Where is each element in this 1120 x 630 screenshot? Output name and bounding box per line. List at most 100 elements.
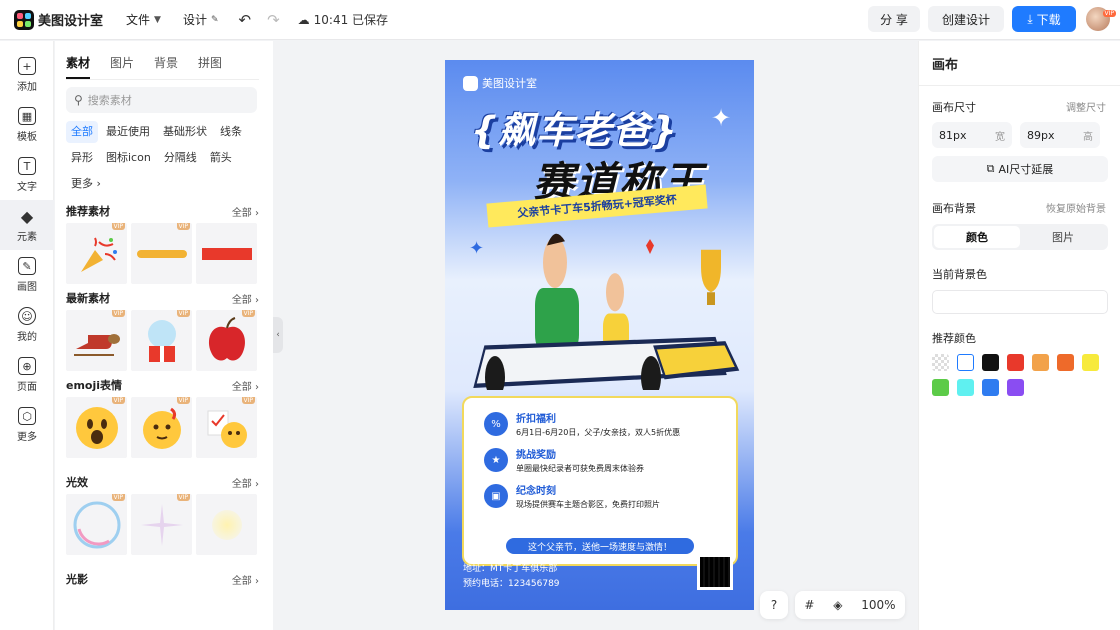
share-button[interactable]: 分 享 <box>868 6 920 32</box>
collapse-panel-handle[interactable]: ‹ <box>273 317 283 353</box>
color-swatch[interactable] <box>1007 354 1024 371</box>
grid-icon[interactable]: # <box>804 598 814 612</box>
recommended-header: 推荐颜色 <box>932 330 1106 346</box>
canvas-stage: ‹ 美图设计室 {飙车老爸} ✦ ✦ 赛道称王 父亲节卡丁车5折畅玩+冠军奖杯 <box>273 41 918 630</box>
slogan-pill: 这个父亲节，送他一场速度与激情！ <box>506 538 694 554</box>
color-swatch[interactable] <box>1007 379 1024 396</box>
section-title: 光效 <box>66 476 88 489</box>
asset-snow-globe[interactable]: VIP <box>131 310 192 371</box>
width-field[interactable]: 81px 宽 <box>932 122 1012 148</box>
poster-brand-text: 美图设计室 <box>482 77 537 90</box>
avatar[interactable]: VIP <box>1086 7 1116 31</box>
asset-emoji-checklist[interactable]: VIP <box>196 397 257 458</box>
chip-arrows[interactable]: 箭头 <box>205 147 237 169</box>
restore-bg-link[interactable]: 恢复原始背景 <box>1046 200 1106 216</box>
create-design-button[interactable]: 创建设计 <box>928 6 1004 32</box>
color-swatch[interactable] <box>982 354 999 371</box>
tab-collage[interactable]: 拼图 <box>198 54 222 79</box>
asset-bubble[interactable]: VIP <box>66 494 127 555</box>
info-desc: 单圈最快纪录者可获免费周末体验券 <box>516 464 644 473</box>
asset-glow[interactable] <box>196 494 257 555</box>
chip-recent[interactable]: 最近使用 <box>101 121 155 143</box>
see-all-link[interactable]: 全部 › <box>232 378 259 393</box>
canvas-bg-label: 画布背景 <box>932 202 976 215</box>
see-all-link[interactable]: 全部 › <box>232 291 259 306</box>
brand-logo-icon <box>463 75 478 91</box>
see-all-link[interactable]: 全部 › <box>232 204 259 219</box>
glow-shape <box>211 509 242 540</box>
rail-item-add[interactable]: + 添加 <box>0 50 54 100</box>
current-bg-label: 当前背景色 <box>932 268 987 281</box>
asset-party-popper[interactable]: VIP <box>66 223 127 284</box>
design-menu[interactable]: 设计 ✎ <box>183 11 219 28</box>
design-menu-label: 设计 <box>182 13 207 27</box>
color-swatch[interactable] <box>932 379 949 396</box>
color-swatch[interactable] <box>932 354 949 371</box>
color-swatch[interactable] <box>957 354 974 371</box>
help-button[interactable]: ? <box>760 591 788 619</box>
tab-divider <box>66 79 259 80</box>
tab-backgrounds[interactable]: 背景 <box>154 54 178 79</box>
app-logo[interactable]: 美图设计室 <box>14 9 114 30</box>
chip-dividers[interactable]: 分隔线 <box>159 147 202 169</box>
height-value: 89px <box>1027 128 1055 142</box>
canvas-properties-panel: 画布 画布尺寸 调整尺寸 81px 宽 89px 高 ⧉ AI尺寸延展 画布背景… <box>918 41 1120 630</box>
chip-lines[interactable]: 线条 <box>215 121 247 143</box>
color-swatch[interactable] <box>1057 354 1074 371</box>
undo-icon[interactable]: ↶ <box>239 11 252 29</box>
canvas-toolbar: # ◈ 100% <box>795 591 905 619</box>
asset-emoji-shocked[interactable]: VIP <box>66 397 127 458</box>
height-unit: 高 <box>1083 131 1093 143</box>
vip-badge: VIP <box>1102 10 1116 17</box>
rail-item-mine[interactable]: ☺ 我的 <box>0 300 54 350</box>
asset-apple[interactable]: VIP <box>196 310 257 371</box>
rail-item-text[interactable]: T 文字 <box>0 150 54 200</box>
section-title: 光影 <box>66 573 88 586</box>
asset-sleigh[interactable]: VIP <box>66 310 127 371</box>
color-swatch[interactable] <box>1032 354 1049 371</box>
see-all-link[interactable]: 全部 › <box>232 475 259 490</box>
rail-item-template[interactable]: ▦ 模板 <box>0 100 54 150</box>
section-header: 光效 全部 › <box>66 470 259 494</box>
chip-more[interactable]: 更多 › <box>66 173 106 195</box>
chip-icons[interactable]: 图标icon <box>101 147 156 169</box>
rail-item-elements[interactable]: ◆ 元素 <box>0 200 54 250</box>
asset-sparkle-light[interactable]: VIP <box>131 494 192 555</box>
rail-item-more[interactable]: ⬡ 更多 <box>0 400 54 450</box>
ai-extend-button[interactable]: ⧉ AI尺寸延展 <box>932 156 1108 182</box>
see-all-link[interactable]: 全部 › <box>232 572 259 587</box>
chip-all[interactable]: 全部 <box>66 121 98 143</box>
color-swatch[interactable] <box>1082 354 1099 371</box>
bg-type-toggle: 颜色 图片 <box>932 224 1108 250</box>
zoom-level[interactable]: 100% <box>861 598 895 612</box>
sparkle-icon: ✦ <box>711 104 732 132</box>
seg-image[interactable]: 图片 <box>1020 226 1106 248</box>
rail-item-draw[interactable]: ✎ 画图 <box>0 250 54 300</box>
seg-color[interactable]: 颜色 <box>934 226 1020 248</box>
layers-icon[interactable]: ◈ <box>833 598 842 612</box>
vip-badge: VIP <box>176 310 190 317</box>
poster-canvas[interactable]: 美图设计室 {飙车老爸} ✦ ✦ 赛道称王 父亲节卡丁车5折畅玩+冠军奖杯 % <box>445 60 754 610</box>
search-input[interactable]: ⚲ 搜索素材 <box>66 87 257 113</box>
asset-red-bar[interactable] <box>196 223 257 284</box>
rail-item-page[interactable]: ⊕ 页面 <box>0 350 54 400</box>
asset-yellow-stroke[interactable]: VIP <box>131 223 192 284</box>
tab-images[interactable]: 图片 <box>110 54 134 79</box>
chip-irregular[interactable]: 异形 <box>66 147 98 169</box>
vip-badge: VIP <box>111 494 125 501</box>
tab-materials[interactable]: 素材 <box>66 54 91 79</box>
rail-label: 更多 <box>17 432 37 443</box>
color-swatch[interactable] <box>957 379 974 396</box>
redo-icon[interactable]: ↷ <box>267 11 280 29</box>
logo-icon <box>14 9 34 30</box>
current-color-field[interactable] <box>932 290 1108 314</box>
height-field[interactable]: 89px 高 <box>1020 122 1100 148</box>
file-menu[interactable]: 文件 ▼ <box>126 11 161 28</box>
color-swatch[interactable] <box>982 379 999 396</box>
adjust-size-link[interactable]: 调整尺寸 <box>1066 99 1106 115</box>
chip-more-label: 更多 <box>71 177 93 190</box>
asset-emoji-thinking[interactable]: VIP <box>131 397 192 458</box>
vip-badge: VIP <box>111 223 125 230</box>
chip-basic-shapes[interactable]: 基础形状 <box>158 121 212 143</box>
download-button[interactable]: ⤓ 下载 <box>1012 6 1076 32</box>
